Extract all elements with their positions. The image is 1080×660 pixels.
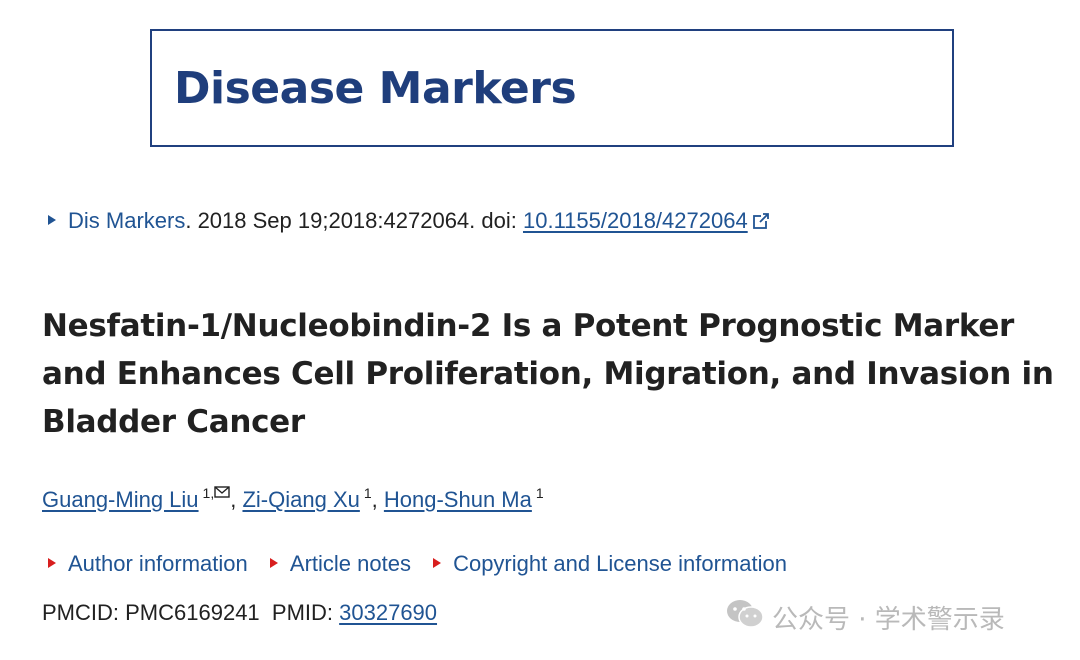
info-links: Author information Article notes Copyrig… (48, 551, 803, 577)
author-information-toggle[interactable]: Author information (48, 551, 248, 577)
pmcid-label: PMCID: (42, 600, 126, 625)
doi-link[interactable]: 10.1155/2018/4272064 (523, 208, 748, 233)
watermark: 公众号 · 学术警示录 (726, 598, 1005, 637)
author-link[interactable]: Guang-Ming Liu (42, 487, 199, 512)
pmcid-value: PMC6169241 (125, 600, 260, 625)
article-notes-label[interactable]: Article notes (290, 551, 411, 576)
author-separator: , (230, 487, 243, 512)
journal-banner: Disease Markers (150, 29, 954, 147)
citation-line: Dis Markers. 2018 Sep 19;2018:4272064. d… (48, 208, 770, 236)
author-separator: , (371, 487, 384, 512)
author-list: Guang-Ming Liu 1,, Zi-Qiang Xu 1, Hong-Shu… (42, 478, 544, 513)
expand-triangle-icon (48, 558, 56, 568)
author-affiliation: 1 (535, 485, 544, 501)
journal-link[interactable]: Dis Markers (68, 208, 185, 233)
journal-name: Disease Markers (174, 63, 577, 114)
author-link[interactable]: Hong-Shun Ma (384, 487, 532, 512)
article-ids: PMCID: PMC6169241 PMID: 30327690 (42, 600, 437, 626)
pmid-link[interactable]: 30327690 (339, 600, 437, 625)
wechat-icon (726, 598, 764, 637)
author-information-label[interactable]: Author information (68, 551, 248, 576)
expand-triangle-icon (269, 558, 278, 568)
author-affiliation: 1, (202, 485, 215, 501)
copyright-toggle[interactable]: Copyright and License information (433, 551, 787, 577)
mail-icon[interactable] (214, 478, 230, 504)
copyright-label[interactable]: Copyright and License information (453, 551, 787, 576)
expand-triangle-icon[interactable] (48, 215, 56, 225)
author-affiliation: 1 (363, 485, 372, 501)
pmid-label: PMID: (271, 600, 340, 625)
watermark-text: 公众号 · 学术警示录 (772, 604, 1005, 635)
article-notes-toggle[interactable]: Article notes (269, 551, 411, 577)
article-title: Nesfatin-1/Nucleobindin-2 Is a Potent Pr… (42, 308, 1054, 440)
citation-details: . 2018 Sep 19;2018:4272064. doi: (185, 208, 523, 233)
expand-triangle-icon (433, 558, 442, 568)
external-link-icon[interactable] (752, 210, 770, 236)
author-link[interactable]: Zi-Qiang Xu (242, 487, 359, 512)
